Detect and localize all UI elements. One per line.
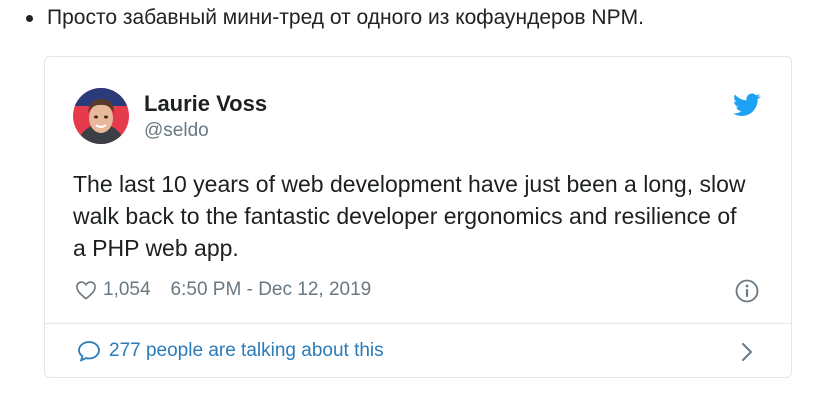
author-handle[interactable]: @seldo (144, 120, 209, 142)
intro-bullet: Просто забавный мини-тред от одного из к… (18, 6, 644, 30)
talking-about-text[interactable]: 277 people are talking about this (109, 340, 384, 362)
avatar[interactable] (73, 88, 129, 144)
heart-icon[interactable] (75, 280, 97, 300)
talking-about-link[interactable]: 277 people are talking about this (45, 324, 791, 378)
like-count[interactable]: 1,054 (103, 279, 151, 301)
chevron-right-icon[interactable] (741, 342, 753, 362)
author-name[interactable]: Laurie Voss (144, 91, 267, 117)
tweet-timestamp[interactable]: 6:50 PM - Dec 12, 2019 (171, 279, 372, 301)
bullet-dot (26, 14, 33, 22)
embedded-tweet[interactable]: Laurie Voss @seldo The last 10 years of … (44, 56, 792, 378)
tweet-meta: 1,054 6:50 PM - Dec 12, 2019 (75, 279, 371, 301)
tweet-text: The last 10 years of web development hav… (73, 171, 746, 261)
twitter-bird-icon[interactable] (733, 93, 761, 117)
comment-bubble-icon (78, 341, 100, 362)
intro-text: Просто забавный мини-тред от одного из к… (47, 6, 644, 29)
info-icon[interactable] (735, 279, 759, 303)
